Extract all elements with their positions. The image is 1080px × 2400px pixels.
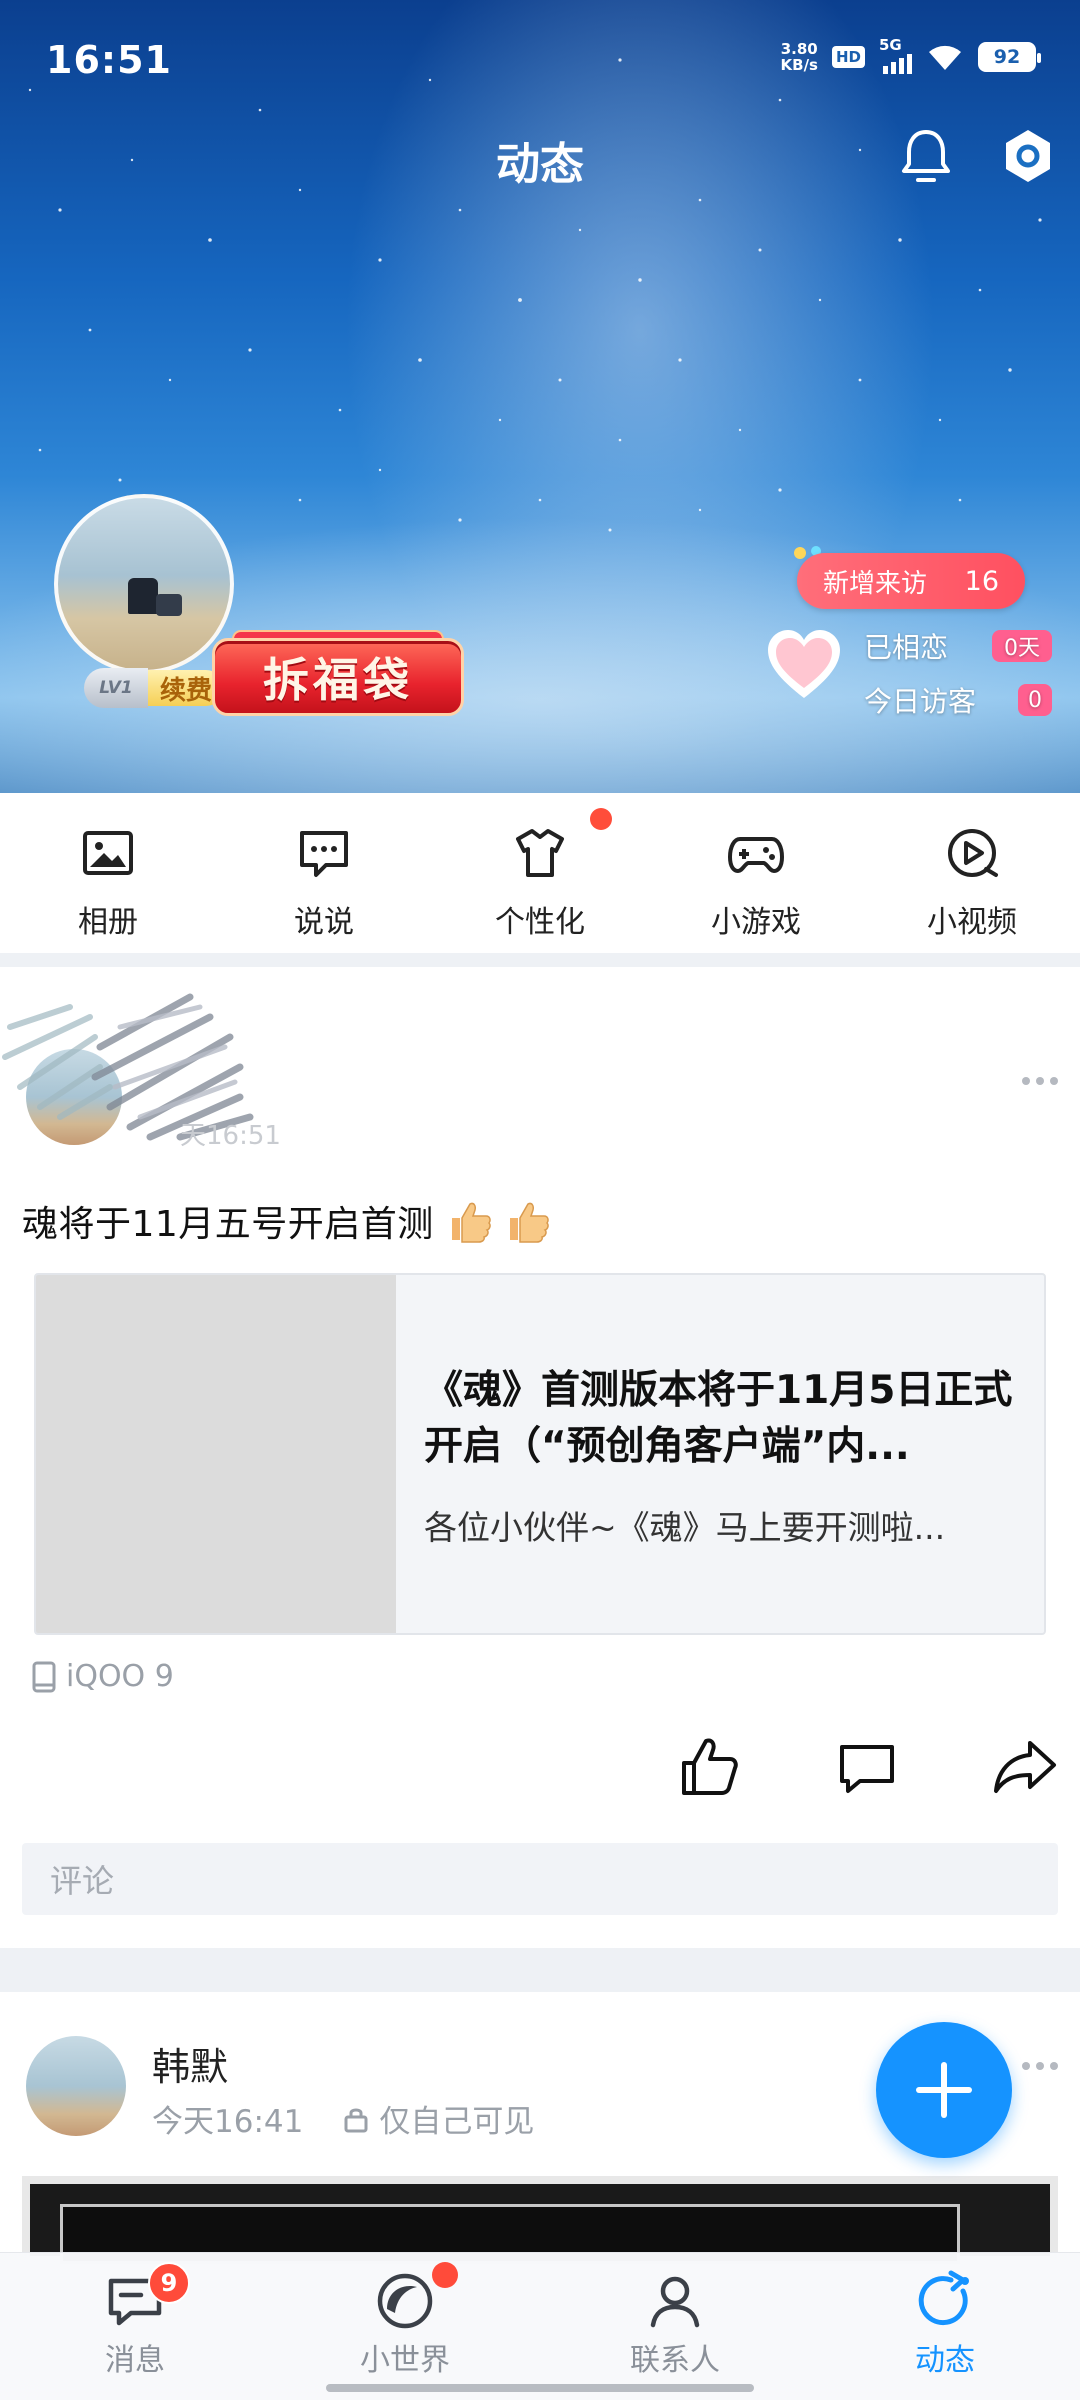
settings-icon[interactable] [998, 124, 1058, 188]
heart-icon[interactable] [764, 626, 844, 706]
quick-nav-personalize[interactable]: 个性化 [432, 793, 648, 953]
comment-input[interactable]: 评论 [22, 1843, 1058, 1915]
comment-placeholder: 评论 [50, 1862, 115, 1900]
tab-feed[interactable]: 动态 [810, 2253, 1080, 2400]
thumbs-up-emoji-icon [509, 1202, 549, 1243]
personalize-red-dot [590, 808, 612, 830]
profile-avatar[interactable] [54, 494, 234, 674]
message-count-badge: 9 [148, 2262, 190, 2304]
link-thumbnail [36, 1275, 396, 1633]
network-type: 5G [879, 36, 902, 54]
new-visitors-count: 16 [964, 565, 999, 597]
wifi-icon [929, 45, 961, 70]
quick-nav-label: 个性化 [495, 905, 585, 940]
post-author-name[interactable]: 韩默 [152, 2036, 228, 2091]
thumbs-up-emoji-icon [451, 1202, 491, 1243]
today-visitors-row[interactable]: 今日访客 0 [864, 680, 1052, 720]
profile-cover[interactable]: 16:51 3.80 KB/s HD 5G 92 动态 LV1 续费 拆福袋 新… [0, 0, 1080, 793]
net-speed-unit: KB/s [780, 56, 818, 74]
new-visitors-label: 新增来访 [823, 568, 928, 599]
lucky-bag-label: 拆福袋 [212, 638, 464, 716]
quick-nav-shuoshuo[interactable]: 说说 [216, 793, 432, 953]
post-text-content: 魂将于11月五号开启首测 [22, 1204, 434, 1245]
signal-icon: 5G [879, 36, 912, 74]
in-love-badge: 0天 [992, 630, 1052, 662]
battery-level: 92 [993, 46, 1021, 68]
lock-icon [344, 2108, 368, 2132]
like-icon[interactable] [678, 1735, 742, 1799]
quick-nav-album[interactable]: 相册 [0, 793, 216, 953]
more-icon[interactable] [1022, 1077, 1062, 1087]
tab-small-world[interactable]: 小世界 [270, 2253, 540, 2400]
vip-level-badge[interactable]: LV1 续费 [84, 668, 225, 708]
post-text: 魂将于11月五号开启首测 [22, 1195, 550, 1247]
home-indicator[interactable] [326, 2384, 754, 2392]
share-icon[interactable] [990, 1737, 1060, 1797]
post-meta: 今天16:41 仅自己可见 [152, 2096, 534, 2141]
tab-label: 动态 [915, 2343, 975, 2378]
visibility-label: 仅自己可见 [379, 2104, 535, 2140]
more-icon[interactable] [1022, 2062, 1062, 2072]
video-icon [948, 829, 998, 877]
device-name: iQOO 9 [66, 1659, 174, 1694]
comment-icon[interactable] [836, 1739, 898, 1797]
album-icon [83, 831, 133, 875]
post-author-avatar[interactable] [26, 2036, 126, 2136]
quick-nav-minigames[interactable]: 小游戏 [648, 793, 864, 953]
link-description: 各位小伙伴~《魂》马上要开测啦... [424, 1508, 946, 1547]
bell-icon[interactable] [896, 124, 956, 188]
quick-nav-label: 小视频 [927, 905, 1017, 940]
in-love-row[interactable]: 已相恋 0天 [864, 626, 1052, 666]
link-title: 《魂》首测版本将于11月5日正式开启（“预创角客户端”内... [424, 1368, 1013, 1469]
quick-nav-short-video[interactable]: 小视频 [864, 793, 1080, 953]
tab-label: 小世界 [360, 2343, 450, 2378]
level-label: LV1 [84, 668, 148, 708]
battery-icon: 92 [978, 42, 1041, 72]
world-icon [377, 2273, 433, 2329]
net-speed: 3.80 KB/s [781, 41, 818, 73]
tab-contacts[interactable]: 联系人 [540, 2253, 810, 2400]
lucky-bag-button[interactable]: 拆福袋 [212, 630, 464, 720]
hd-icon: HD [831, 46, 865, 68]
feed-post: 天16:51 魂将于11月五号开启首测 《魂》首测版本将于11月5日正式开启（“… [0, 967, 1080, 1947]
quick-nav: 相册 说说 个性化 小游戏 小视频 [0, 793, 1080, 953]
today-visitors-label: 今日访客 [864, 685, 977, 718]
net-speed-value: 3.80 [780, 40, 818, 58]
post-image[interactable] [22, 2176, 1058, 2264]
feed-icon [918, 2270, 969, 2326]
contacts-icon [650, 2276, 700, 2328]
small-world-red-dot [432, 2262, 458, 2288]
create-post-button[interactable] [876, 2022, 1012, 2158]
status-time: 16:51 [46, 38, 172, 82]
tshirt-icon [516, 829, 564, 877]
status-icons: 3.80 KB/s HD 5G 92 [781, 36, 1041, 74]
tab-messages[interactable]: 消息 [0, 2253, 270, 2400]
new-visitors-button[interactable]: 新增来访 16 [797, 553, 1025, 609]
in-love-label: 已相恋 [864, 631, 949, 664]
tab-label: 消息 [105, 2343, 165, 2378]
quick-nav-label: 相册 [78, 905, 138, 940]
post-time: 天16:51 [180, 1121, 281, 1151]
plus-icon [916, 2062, 972, 2118]
tab-label: 联系人 [630, 2343, 720, 2378]
quick-nav-label: 小游戏 [711, 905, 801, 940]
divider [0, 1948, 1080, 1992]
phone-icon [32, 1661, 56, 1692]
quick-nav-label: 说说 [294, 905, 354, 940]
divider [0, 953, 1080, 967]
post-time: 今天16:41 [152, 2104, 304, 2140]
today-visitors-badge: 0 [1018, 684, 1052, 716]
status-bar: 16:51 3.80 KB/s HD 5G 92 [0, 0, 1080, 120]
gamepad-icon [728, 837, 784, 873]
chat-icon [300, 831, 348, 877]
device-tag: iQOO 9 [30, 1659, 174, 1694]
shared-link-card[interactable]: 《魂》首测版本将于11月5日正式开启（“预创角客户端”内... 各位小伙伴~《魂… [34, 1273, 1046, 1635]
